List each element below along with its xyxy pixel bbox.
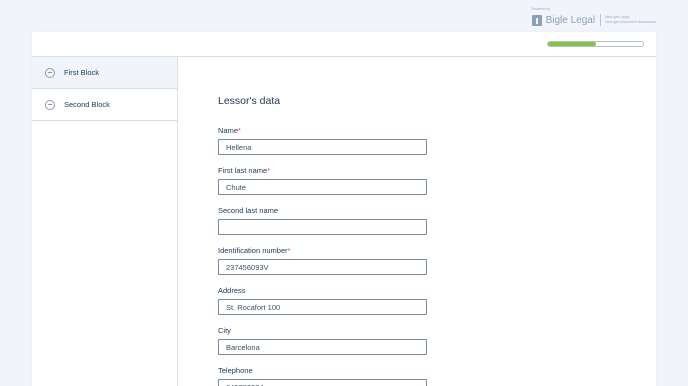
second-last-name-field: Second last name — [218, 206, 427, 235]
brand-tagline: Next-gen Legal Next-gen Document Automat… — [605, 15, 656, 25]
city-label-text: City — [218, 326, 231, 335]
brand-tagline-line2: Next-gen Document Automation — [605, 20, 656, 24]
name-input[interactable] — [218, 139, 427, 155]
address-label: Address — [218, 286, 427, 295]
city-field: City — [218, 326, 427, 355]
identification-number-field: Identification number* — [218, 246, 427, 275]
city-input[interactable] — [218, 339, 427, 355]
sidebar-item-second-block[interactable]: Second Block — [32, 89, 177, 121]
telephone-input[interactable] — [218, 379, 427, 386]
second-last-name-input[interactable] — [218, 219, 427, 235]
brand-tagline-line1: Next-gen Legal — [605, 15, 630, 19]
required-marker: * — [238, 126, 241, 135]
first-last-name-input[interactable] — [218, 179, 427, 195]
collapse-circle-icon — [45, 99, 55, 110]
identification-number-label-text: Identification number — [218, 246, 288, 255]
telephone-label: Telephone — [218, 366, 427, 375]
first-last-name-field: First last name* — [218, 166, 427, 195]
sidebar: First Block Second Block — [32, 57, 178, 386]
name-field: Name* — [218, 126, 427, 155]
progress-bar-fill — [548, 42, 596, 46]
sidebar-item-label: First Block — [64, 68, 100, 77]
address-label-text: Address — [218, 286, 246, 295]
identification-number-label: Identification number* — [218, 246, 427, 255]
bigle-logo-icon — [531, 14, 542, 26]
first-last-name-label-text: First last name — [218, 166, 268, 175]
sidebar-item-first-block[interactable]: First Block — [32, 57, 177, 89]
name-label: Name* — [218, 126, 427, 135]
required-marker: * — [287, 246, 291, 255]
city-label: City — [218, 326, 427, 335]
second-last-name-label: Second last name — [218, 206, 427, 215]
telephone-label-text: Telephone — [218, 366, 253, 375]
sidebar-item-label: Second Block — [64, 100, 110, 109]
brand-name: Bigle Legal — [545, 14, 596, 26]
identification-number-input[interactable] — [218, 259, 427, 275]
telephone-field: Telephone — [218, 366, 427, 386]
progress-bar — [547, 41, 644, 47]
address-input[interactable] — [218, 299, 427, 315]
form-main: Lessor's data Name* First last name* Sec… — [218, 57, 656, 386]
second-last-name-label-text: Second last name — [218, 206, 279, 215]
collapse-circle-icon — [45, 67, 55, 78]
first-last-name-label: First last name* — [218, 166, 427, 175]
top-bar — [32, 32, 656, 57]
powered-by-text: Powered by — [531, 7, 551, 11]
section-title: Lessor's data — [218, 95, 281, 107]
address-field: Address — [218, 286, 427, 315]
name-label-text: Name — [218, 126, 239, 135]
brand-logo: Powered by Bigle Legal Next-gen Legal Ne… — [531, 7, 656, 27]
required-marker: * — [267, 166, 271, 175]
brand-divider — [600, 14, 602, 26]
form-card: First Block Second Block Lessor's data N… — [32, 32, 656, 386]
